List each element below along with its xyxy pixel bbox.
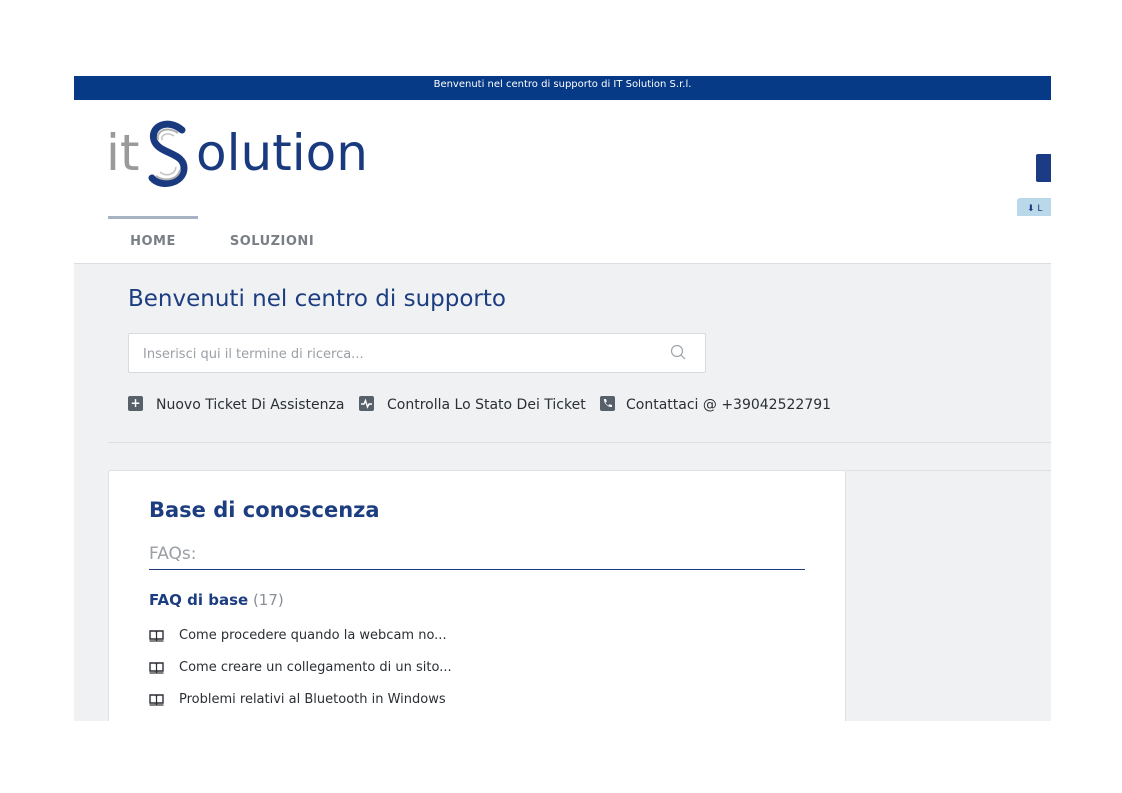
faq-article-title: Come creare un collegamento di un sito..… [179,660,452,675]
nav-item-home-label: HOME [130,234,176,249]
faq-category[interactable]: FAQ di base (17) [149,591,284,609]
book-icon [149,630,164,642]
nav-item-home[interactable]: HOME [108,216,198,263]
pulse-icon [359,396,374,411]
welcome-banner-text: Benvenuti nel centro di supporto di IT S… [433,79,692,90]
welcome-banner: Benvenuti nel centro di supporto di IT S… [74,76,1051,100]
faq-article-title: Problemi relativi al Bluetooth in Window… [179,692,446,707]
download-icon: ⬇ [1027,204,1035,214]
search-box [128,333,706,374]
knowledge-base-title: Base di conoscenza [149,498,380,522]
logo-prefix: it [106,124,140,182]
sidebar-panel [846,470,1051,721]
contact-label: Contattaci @ +39042522791 [626,397,832,413]
faq-category-name[interactable]: FAQ di base [149,591,248,609]
phone-icon [600,396,615,411]
faq-category-count: (17) [252,591,284,609]
faqs-subtitle: FAQs: [149,544,197,564]
ticket-status-label: Controlla Lo Stato Dei Ticket [387,397,586,413]
book-icon [149,662,164,674]
book-icon [149,694,164,706]
download-label: L [1037,204,1043,214]
faq-article-title: Come procedere quando la webcam no... [179,628,447,643]
plus-icon: + [128,396,143,411]
search-input[interactable] [141,334,665,374]
nav-item-soluzioni[interactable]: SOLUZIONI [224,219,320,266]
page-title: Benvenuti nel centro di supporto [128,286,506,312]
search-icon[interactable] [669,343,689,363]
divider [149,569,805,570]
fingerprint-s-icon [148,120,188,187]
header-action-button[interactable] [1036,154,1051,182]
it-solution-logo[interactable]: it olution [106,118,368,196]
divider [108,442,1051,443]
support-hero: Benvenuti nel centro di supporto + Nuovo… [74,264,1051,721]
site-header: it olution ⬇ L [74,100,1051,220]
browser-viewport: Benvenuti nel centro di supporto di IT S… [74,76,1051,721]
main-nav: HOME SOLUZIONI [74,216,1051,264]
knowledge-base-panel: Base di conoscenza FAQs: FAQ di base (17… [108,470,846,721]
new-ticket-label: Nuovo Ticket Di Assistenza [156,397,345,413]
nav-item-soluzioni-label: SOLUZIONI [229,234,315,249]
logo-suffix: olution [196,124,368,182]
